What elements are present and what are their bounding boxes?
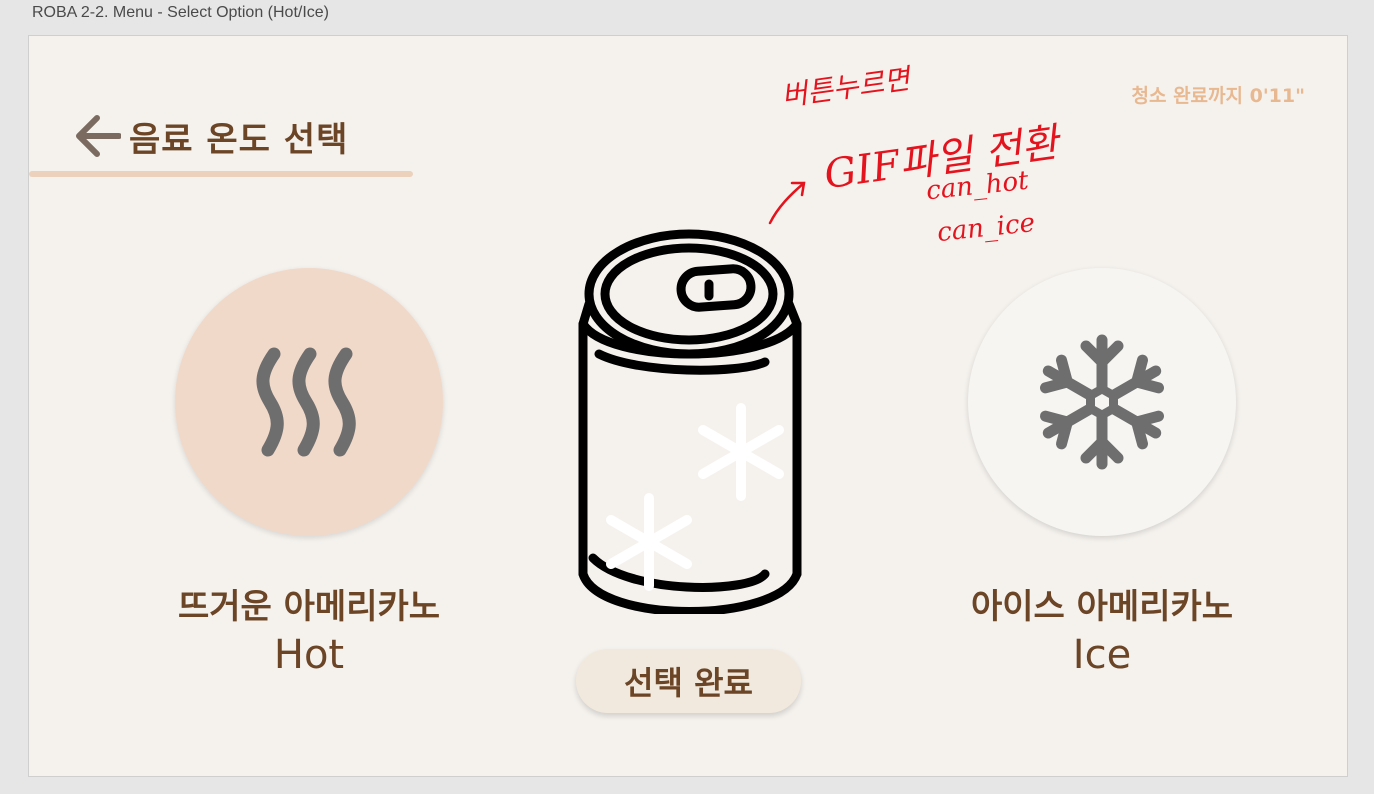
frame-title: ROBA 2-2. Menu - Select Option (Hot/Ice) xyxy=(32,4,330,21)
header-underline xyxy=(29,171,413,177)
hot-option-label: 뜨거운 아메리카노 Hot xyxy=(139,584,479,680)
cleaning-timer: 청소 완료까지 0'11" xyxy=(1131,85,1306,107)
can-preview xyxy=(569,224,809,616)
ice-label-korean: 아이스 아메리카노 xyxy=(970,587,1234,627)
kiosk-screen: 음료 온도 선택 청소 완료까지 0'11" 뜨거운 아메리카노 Hot 아이스… xyxy=(28,35,1348,777)
ice-option-button[interactable] xyxy=(968,268,1236,536)
can-icon xyxy=(578,229,802,616)
confirm-selection-button[interactable]: 선택 완료 xyxy=(576,649,801,713)
annotation-line-4: can_ice xyxy=(935,207,1037,249)
hot-label-english: Hot xyxy=(273,632,345,678)
page-title: 음료 온도 선택 xyxy=(129,120,349,160)
hot-option-button[interactable] xyxy=(175,268,443,536)
annotation-arrow-icon xyxy=(768,181,806,225)
ice-label-english: Ice xyxy=(1072,632,1132,678)
steam-icon xyxy=(256,347,356,457)
hot-label-korean: 뜨거운 아메리카노 xyxy=(177,587,441,627)
ice-option-label: 아이스 아메리카노 Ice xyxy=(932,584,1272,680)
back-button[interactable] xyxy=(75,114,121,158)
snowflake-icon xyxy=(1040,334,1164,470)
annotation-line-1: 버튼누르면 xyxy=(779,62,912,113)
arrow-left-icon xyxy=(76,115,121,157)
